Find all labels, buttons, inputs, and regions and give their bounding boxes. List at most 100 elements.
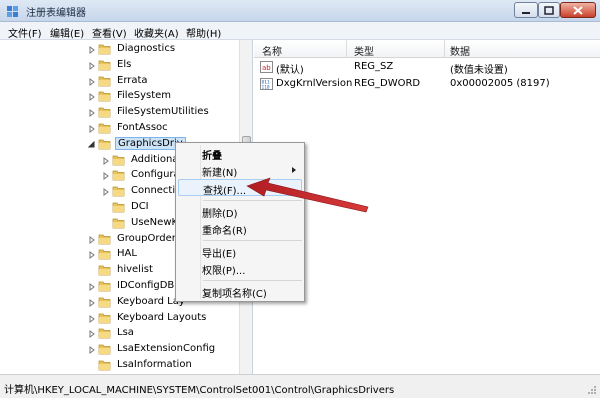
tree-node-label: Configura — [131, 169, 180, 181]
tree-node[interactable]: Lsa — [88, 326, 252, 342]
folder-icon — [98, 60, 111, 71]
regedit-app-icon — [7, 6, 18, 17]
expand-triangle-icon[interactable] — [102, 156, 110, 165]
column-data[interactable]: 数据 — [450, 43, 470, 58]
tree-node[interactable]: FileSystem — [88, 89, 252, 105]
menu-separator — [203, 240, 302, 241]
menu-bar: 文件(F) 编辑(E) 查看(V) 收藏夹(A) 帮助(H) — [0, 22, 600, 40]
ctx-item-label: 删除(D) — [202, 209, 238, 220]
folder-icon — [98, 281, 111, 292]
expand-triangle-icon[interactable] — [88, 330, 96, 339]
folder-icon — [112, 171, 125, 181]
folder-icon — [98, 297, 111, 308]
menu-edit[interactable]: 编辑(E) — [50, 25, 84, 40]
menu-help[interactable]: 帮助(H) — [186, 25, 221, 40]
column-name[interactable]: 名称 — [262, 43, 282, 58]
ctx-find[interactable]: 查找(F)... — [178, 179, 302, 197]
maximize-button[interactable] — [538, 2, 560, 18]
tree-node-label: FileSystem — [117, 90, 172, 102]
list-header: 名称 类型 数据 — [254, 40, 600, 58]
context-menu: 折叠 新建(N) 查找(F)... 删除(D) 重命名(R) 导出(E) 权限(… — [175, 142, 305, 302]
ctx-delete[interactable]: 删除(D) — [178, 203, 302, 220]
status-path: 计算机\HKEY_LOCAL_MACHINE\SYSTEM\ControlSet… — [4, 385, 395, 396]
folder-icon — [98, 76, 111, 86]
folder-icon — [98, 329, 111, 339]
submenu-arrow-icon — [292, 167, 296, 173]
menu-favorites[interactable]: 收藏夹(A) — [134, 25, 179, 40]
tree-node-label: DCI — [131, 201, 149, 212]
ctx-item-label: 重命名(R) — [202, 226, 247, 237]
expand-triangle-icon[interactable] — [88, 314, 96, 323]
tree-node-label: UseNewK — [131, 216, 179, 228]
tree-node-label: Els — [117, 58, 132, 70]
string-value-icon: ab — [260, 61, 273, 73]
ctx-copy-key-name[interactable]: 复制项名称(C) — [178, 283, 302, 300]
svg-text:110: 110 — [262, 85, 270, 91]
ctx-item-label: 新建(N) — [202, 168, 238, 179]
value-name: (默认) — [276, 65, 304, 76]
menu-separator — [203, 200, 302, 201]
value-row[interactable]: ab (默认) REG_SZ (数值未设置) — [260, 60, 590, 76]
resize-grip-icon[interactable] — [587, 385, 597, 395]
column-divider[interactable] — [444, 40, 445, 58]
tree-node[interactable]: FontAssoc — [88, 121, 252, 137]
tree-node[interactable]: LsaInformation — [88, 358, 252, 374]
ctx-item-label: 折叠 — [202, 151, 222, 162]
folder-icon — [98, 265, 111, 276]
expand-triangle-icon[interactable] — [88, 109, 96, 118]
tree-node[interactable]: Diagnostics — [88, 42, 252, 58]
ctx-item-label: 复制项名称(C) — [202, 289, 267, 300]
status-bar: 计算机\HKEY_LOCAL_MACHINE\SYSTEM\ControlSet… — [0, 374, 600, 398]
tree-node[interactable]: FileSystemUtilities — [88, 105, 252, 121]
value-type: REG_SZ — [354, 61, 394, 72]
expand-triangle-icon[interactable] — [88, 77, 96, 86]
folder-icon — [112, 218, 125, 229]
window-title: 注册表编辑器 — [26, 8, 86, 19]
ctx-new[interactable]: 新建(N) — [178, 162, 302, 179]
expand-triangle-icon[interactable] — [102, 172, 110, 181]
column-divider[interactable] — [346, 40, 347, 58]
folder-icon — [98, 360, 111, 371]
expand-triangle-icon[interactable] — [102, 188, 110, 197]
ctx-permissions[interactable]: 权限(P)... — [178, 260, 302, 277]
menu-view[interactable]: 查看(V) — [92, 25, 127, 40]
menu-separator — [203, 280, 302, 281]
expand-triangle-icon[interactable] — [88, 283, 96, 291]
tree-node-label: Errata — [117, 74, 148, 86]
tree-node-label: LsaInformation — [117, 359, 192, 370]
value-list[interactable]: 名称 类型 数据 ab (默认) REG_SZ (数值未设置) 011 110 … — [254, 40, 600, 374]
tree-node-label: Keyboard Layouts — [117, 311, 207, 323]
maximize-icon — [544, 6, 554, 15]
column-type[interactable]: 类型 — [354, 43, 374, 58]
tree-node[interactable]: Els — [88, 58, 252, 74]
expand-triangle-icon[interactable] — [88, 125, 96, 133]
close-button[interactable] — [560, 2, 596, 18]
expand-triangle-icon[interactable] — [88, 61, 96, 70]
expand-triangle-icon[interactable] — [88, 251, 96, 260]
tree-node[interactable]: Errata — [88, 74, 252, 90]
tree-node-label: Lsa — [117, 327, 134, 339]
folder-icon — [112, 202, 125, 213]
ctx-collapse[interactable]: 折叠 — [178, 145, 302, 162]
collapse-triangle-icon[interactable] — [88, 140, 96, 149]
folder-icon — [98, 250, 111, 260]
folder-icon — [98, 313, 111, 323]
tree-node[interactable]: LsaExtensionConfig — [88, 342, 252, 358]
menu-file[interactable]: 文件(F) — [8, 25, 42, 40]
expand-triangle-icon[interactable] — [88, 93, 96, 102]
tree-node-label: LsaExtensionConfig — [117, 343, 216, 355]
folder-icon — [112, 186, 125, 197]
expand-triangle-icon[interactable] — [88, 298, 96, 307]
ctx-export[interactable]: 导出(E) — [178, 243, 302, 260]
ctx-rename[interactable]: 重命名(R) — [178, 220, 302, 237]
folder-icon — [98, 139, 111, 150]
folder-icon — [98, 107, 111, 118]
expand-triangle-icon[interactable] — [88, 46, 96, 54]
expand-triangle-icon[interactable] — [88, 346, 96, 355]
tree-node[interactable]: Keyboard Layouts — [88, 311, 252, 327]
expand-triangle-icon[interactable] — [88, 235, 96, 244]
tree-node-label: Diagnostics — [117, 43, 176, 54]
value-row[interactable]: 011 110 DxgKrnlVersion REG_DWORD 0x00002… — [260, 77, 590, 93]
tree-node-label: HAL — [117, 248, 137, 260]
minimize-button[interactable] — [514, 2, 538, 18]
